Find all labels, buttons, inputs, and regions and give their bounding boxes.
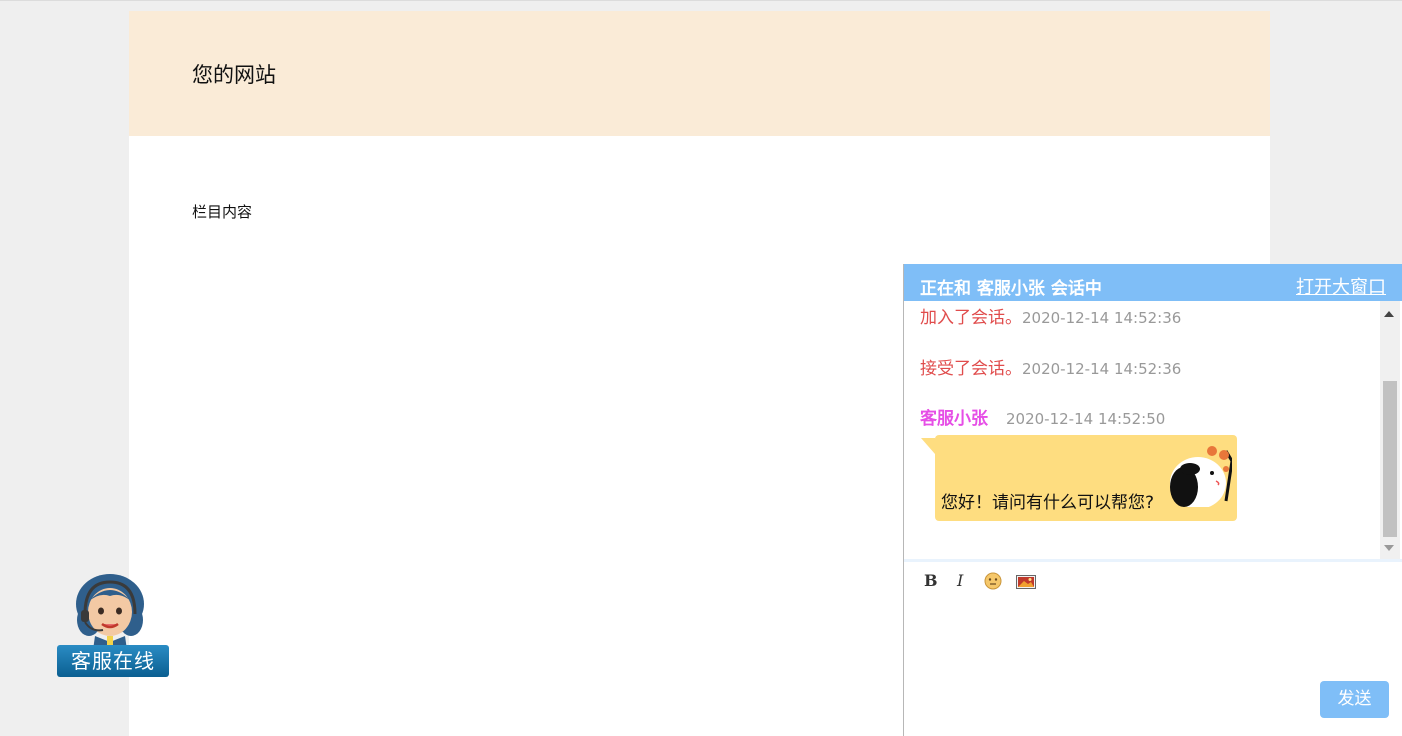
system-message-text: 接受了会话。 xyxy=(920,359,1022,379)
bubble-tail xyxy=(921,438,935,454)
chat-header: 正在和 客服小张 会话中 打开大窗口 xyxy=(904,264,1402,301)
panda-sticker-icon xyxy=(1168,441,1232,507)
scroll-thumb[interactable] xyxy=(1383,381,1397,537)
message-input[interactable] xyxy=(914,596,1398,678)
system-message-time: 2020-12-14 14:52:36 xyxy=(1022,309,1182,327)
open-large-window-link[interactable]: 打开大窗口 xyxy=(1296,273,1386,299)
send-button[interactable]: 发送 xyxy=(1320,681,1389,718)
italic-button[interactable]: I xyxy=(957,571,963,590)
scroll-down-arrow-icon[interactable] xyxy=(1384,545,1394,551)
message-bubble: 您好！请问有什么可以帮您? xyxy=(935,435,1237,521)
system-message: 接受了会话。2020-12-14 14:52:36 xyxy=(920,354,1181,379)
message-scrollbar[interactable] xyxy=(1380,301,1400,559)
agent-headset-icon xyxy=(76,574,144,650)
site-header: 您的网站 xyxy=(129,11,1270,136)
system-message-time: 2020-12-14 14:52:36 xyxy=(1022,360,1182,378)
system-message: 加入了会话。2020-12-14 14:52:36 xyxy=(920,303,1181,328)
message-list: 加入了会话。2020-12-14 14:52:36 接受了会话。2020-12-… xyxy=(904,301,1380,559)
top-border xyxy=(0,0,1402,1)
sender-name: 客服小张 xyxy=(920,409,988,429)
emoji-button[interactable] xyxy=(984,572,1002,594)
message-time: 2020-12-14 14:52:50 xyxy=(1006,410,1166,428)
editor-toolbar: B I xyxy=(904,567,1402,593)
column-content: 栏目内容 xyxy=(192,203,253,221)
online-service-button[interactable]: 客服在线 xyxy=(57,570,169,678)
scroll-up-arrow-icon[interactable] xyxy=(1384,311,1394,317)
image-icon xyxy=(1016,575,1036,589)
system-message-text: 加入了会话。 xyxy=(920,308,1022,328)
message-text: 您好！请问有什么可以帮您? xyxy=(941,493,1155,513)
online-service-label[interactable]: 客服在线 xyxy=(57,645,169,677)
chat-title: 正在和 客服小张 会话中 xyxy=(920,279,1102,299)
chat-panel: 正在和 客服小张 会话中 打开大窗口 加入了会话。2020-12-14 14:5… xyxy=(903,264,1402,736)
emoji-icon xyxy=(984,572,1002,590)
insert-image-button[interactable] xyxy=(1016,574,1036,593)
input-divider xyxy=(904,559,1402,562)
message-header: 客服小张 2020-12-14 14:52:50 xyxy=(920,404,1165,429)
site-title: 您的网站 xyxy=(192,63,276,87)
bold-button[interactable]: B xyxy=(924,571,938,590)
